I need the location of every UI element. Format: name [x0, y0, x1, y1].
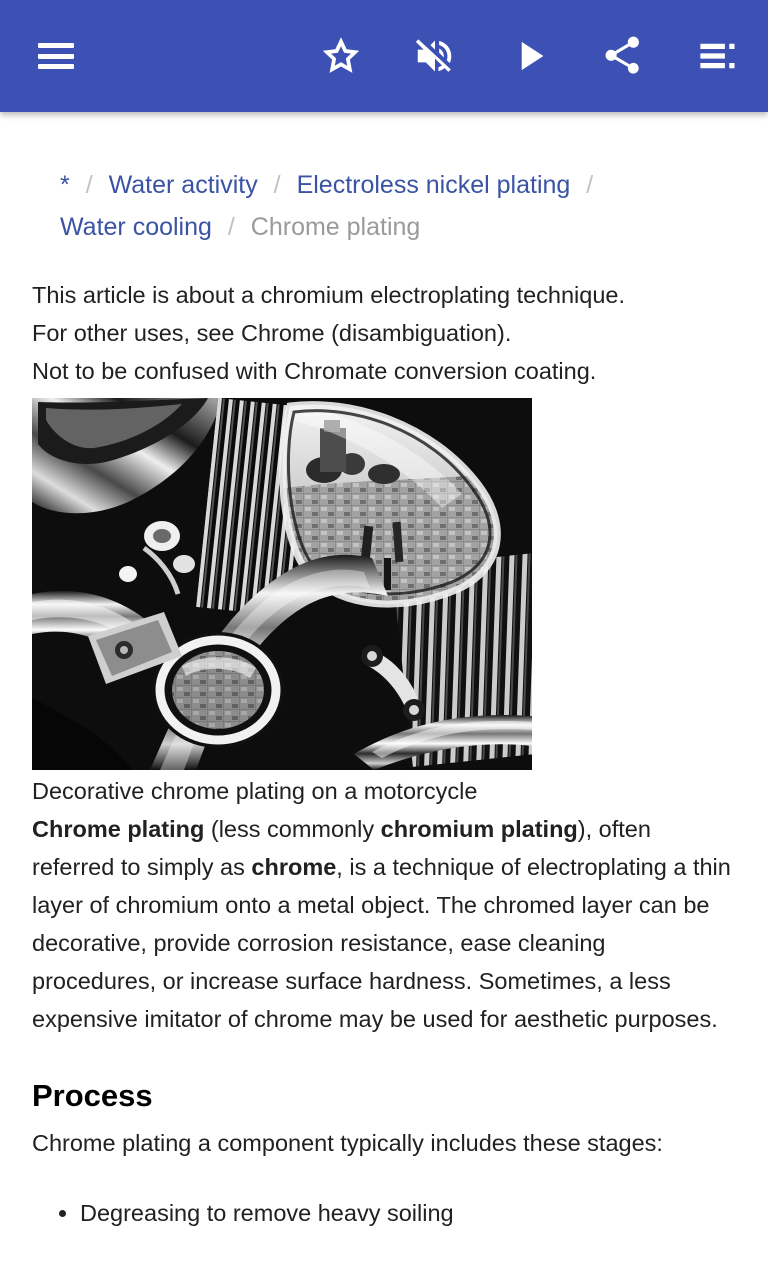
hatnote-line-3: Not to be confused with Chromate convers…: [32, 358, 597, 384]
toolbar-actions: [310, 25, 748, 87]
lead-term-chrome-plating: Chrome plating: [32, 816, 205, 842]
hatnote-line-1: This article is about a chromium electro…: [32, 282, 626, 308]
article-figure: Decorative chrome plating on a motorcycl…: [32, 398, 736, 810]
breadcrumb-separator: /: [227, 213, 235, 241]
breadcrumb: * / Water activity / Electroless nickel …: [32, 164, 736, 248]
table-of-contents-icon: [700, 43, 735, 69]
breadcrumb-item-water-activity[interactable]: Water activity: [109, 171, 258, 199]
text-to-speech-mute-button[interactable]: [404, 25, 466, 87]
breadcrumb-item-0[interactable]: *: [60, 171, 70, 199]
share-button[interactable]: [592, 25, 654, 87]
lead-text-1: (less commonly: [204, 816, 381, 842]
lead-term-chrome: chrome: [251, 854, 337, 880]
watchlist-star-button[interactable]: [310, 25, 372, 87]
share-icon: [605, 36, 639, 74]
hatnote-block: This article is about a chromium electro…: [32, 276, 736, 390]
section-heading-process: Process: [32, 1078, 153, 1113]
lead-text-3: , is a technique of electroplating a thi…: [32, 854, 731, 1032]
play-button[interactable]: [498, 25, 560, 87]
lead-term-chromium-plating: chromium plating: [380, 816, 578, 842]
volume-off-icon: [415, 39, 452, 72]
table-of-contents-button[interactable]: [686, 25, 748, 87]
breadcrumb-item-chrome-plating: Chrome plating: [250, 213, 421, 241]
hamburger-menu-icon: [38, 43, 74, 69]
star-outline-icon: [322, 37, 360, 73]
section-intro-paragraph: Chrome plating a component typically inc…: [32, 1130, 663, 1156]
process-stage-list: Degreasing to remove heavy soiling: [32, 1194, 736, 1232]
breadcrumb-separator: /: [273, 171, 281, 199]
breadcrumb-item-electroless-nickel-plating[interactable]: Electroless nickel plating: [297, 171, 571, 199]
breadcrumb-separator: /: [85, 171, 93, 199]
lead-paragraph: Chrome plating (less commonly chromium p…: [32, 810, 736, 1038]
breadcrumb-separator: /: [586, 171, 594, 199]
hamburger-menu-button[interactable]: [25, 25, 87, 87]
play-arrow-icon: [521, 41, 544, 71]
article-content: * / Water activity / Electroless nickel …: [0, 112, 768, 1280]
list-item: Degreasing to remove heavy soiling: [80, 1194, 736, 1232]
breadcrumb-item-water-cooling[interactable]: Water cooling: [60, 213, 212, 241]
hatnote-line-2: For other uses, see Chrome (disambiguati…: [32, 320, 512, 346]
chrome-motorcycle-photo[interactable]: [32, 398, 532, 770]
app-toolbar: [0, 0, 768, 112]
figure-caption: Decorative chrome plating on a motorcycl…: [32, 778, 478, 804]
